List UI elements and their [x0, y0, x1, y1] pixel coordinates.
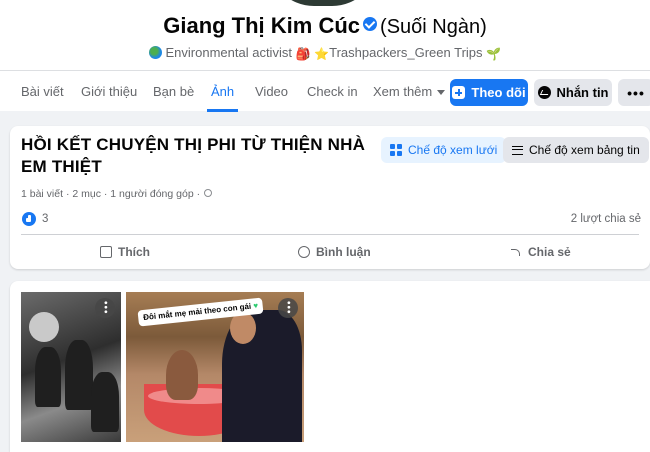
tab-checkins[interactable]: Check in	[307, 71, 358, 112]
photo-detail	[35, 347, 61, 407]
share-button[interactable]: Chia sẻ	[510, 242, 571, 262]
share-arrow-icon	[510, 246, 522, 258]
profile-header: Giang Thị Kim Cúc (Suối Ngàn) Environment…	[0, 0, 650, 70]
follow-label: Theo dõi	[471, 85, 526, 100]
share-label: Chia sẻ	[528, 245, 571, 259]
like-label: Thích	[118, 245, 150, 259]
tab-videos[interactable]: Video	[255, 71, 288, 112]
grid-view-button[interactable]: Chế độ xem lưới	[381, 137, 507, 163]
comment-icon	[298, 246, 310, 258]
plus-icon	[452, 86, 466, 99]
photo-options-icon[interactable]: •••	[278, 298, 298, 318]
photos-grid: ••• Đôi mắt mẹ mải theo con gái ♥ •••	[10, 281, 650, 452]
photo-thumbnail[interactable]: Đôi mắt mẹ mải theo con gái ♥ •••	[126, 292, 304, 442]
photo-options-icon[interactable]: •••	[95, 298, 115, 318]
photo-detail	[166, 350, 198, 400]
menu-lines-icon	[512, 145, 523, 155]
photo-detail	[29, 312, 59, 342]
like-reaction-icon[interactable]	[22, 212, 36, 226]
reaction-count[interactable]: 3	[42, 213, 48, 225]
profile-name-line: Giang Thị Kim Cúc (Suối Ngàn)	[0, 13, 650, 39]
bio-group: Trashpackers_Green Trips	[329, 45, 483, 60]
star-icon: ⭐	[314, 47, 330, 61]
follow-button[interactable]: Theo dõi	[450, 79, 528, 106]
photo-thumbnail[interactable]: •••	[21, 292, 121, 442]
feed-view-button[interactable]: Chế độ xem bảng tin	[503, 137, 649, 163]
share-count[interactable]: 2 lượt chia sẻ	[571, 213, 641, 225]
more-options-button[interactable]: •••	[618, 79, 650, 106]
message-button[interactable]: Nhắn tin	[534, 79, 612, 106]
photo-detail	[91, 372, 119, 432]
profile-alt-name: (Suối Ngàn)	[380, 16, 487, 38]
backpack-icon: 🎒	[295, 47, 311, 61]
photo-detail	[65, 340, 93, 410]
album-title: HỒI KẾT CHUYỆN THỊ PHI TỪ THIỆN NHÀ EM T…	[21, 135, 366, 176]
album-meta: 1 bài viết · 2 mục · 1 người đóng góp ·	[21, 188, 213, 200]
sprout-icon: 🌱	[486, 47, 502, 61]
comment-label: Bình luận	[316, 245, 371, 259]
photo-detail	[230, 312, 256, 344]
bio-role: Environmental activist	[165, 45, 292, 60]
profile-tabs: Bài viết Giới thiệu Bạn bè Ảnh Video Che…	[0, 70, 650, 112]
thumbs-up-icon	[100, 246, 112, 258]
tab-more-label: Xem thêm	[373, 84, 433, 99]
chevron-down-icon	[437, 90, 446, 95]
comment-button[interactable]: Bình luận	[298, 242, 371, 262]
avatar[interactable]	[268, 0, 378, 6]
profile-name: Giang Thị Kim Cúc	[163, 13, 361, 38]
tab-friends[interactable]: Bạn bè	[153, 71, 194, 112]
like-button[interactable]: Thích	[100, 242, 150, 262]
heart-icon: ♥	[252, 300, 259, 311]
globe-icon	[148, 46, 162, 59]
grid-view-label: Chế độ xem lưới	[408, 143, 498, 157]
public-globe-icon	[204, 189, 213, 197]
album-card: HỒI KẾT CHUYỆN THỊ PHI TỪ THIỆN NHÀ EM T…	[10, 126, 650, 269]
grid-icon	[390, 144, 402, 156]
divider	[21, 234, 639, 235]
more-dots-icon: •••	[627, 84, 645, 101]
tab-more[interactable]: Xem thêm	[373, 71, 446, 112]
tab-posts[interactable]: Bài viết	[21, 71, 64, 112]
tab-photos[interactable]: Ảnh	[206, 71, 239, 112]
tab-about[interactable]: Giới thiệu	[81, 71, 137, 112]
feed-view-label: Chế độ xem bảng tin	[529, 143, 640, 157]
album-meta-text: 1 bài viết · 2 mục · 1 người đóng góp ·	[21, 188, 201, 200]
messenger-icon	[537, 86, 551, 99]
profile-bio: Environmental activist 🎒 ⭐Trashpackers_G…	[0, 45, 650, 61]
verified-badge-icon	[363, 17, 378, 31]
message-label: Nhắn tin	[556, 85, 609, 100]
